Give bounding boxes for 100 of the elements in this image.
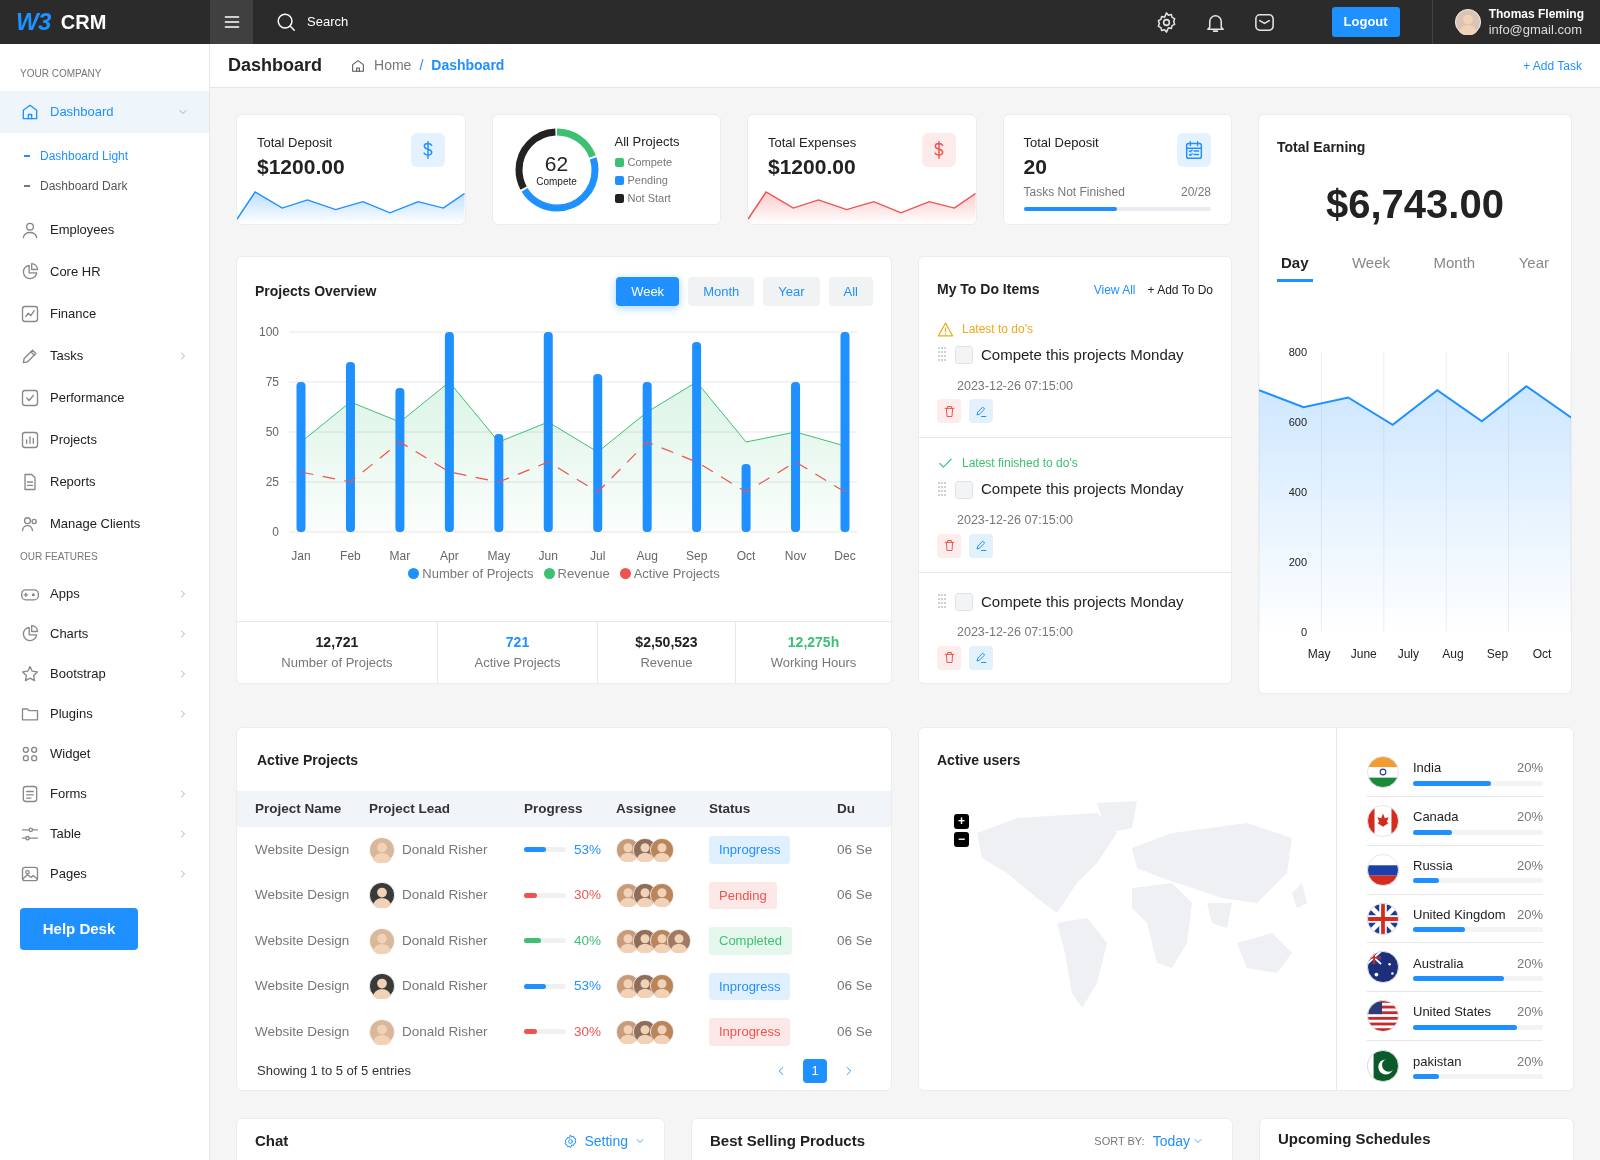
todo-date: 2023-12-26 07:15:00 bbox=[957, 377, 1074, 395]
sidebar-item[interactable]: Plugins bbox=[0, 694, 209, 734]
flag-icon bbox=[1367, 1049, 1399, 1082]
axis-label: 0 bbox=[1300, 625, 1307, 638]
due-date: 06 Se bbox=[837, 932, 873, 948]
card-title: Best Selling Products bbox=[710, 1131, 866, 1151]
axis-label: Nov bbox=[784, 549, 807, 563]
sidebar-item[interactable]: Pages bbox=[0, 854, 209, 894]
home-icon[interactable] bbox=[350, 57, 367, 74]
lead-name: Donald Risher bbox=[402, 1022, 488, 1041]
delete-button[interactable] bbox=[937, 645, 961, 670]
project-name: Website Design bbox=[255, 932, 350, 948]
tab[interactable]: Day bbox=[1277, 252, 1313, 282]
country-name: Australia bbox=[1413, 954, 1464, 973]
sidebar-item[interactable]: Finance bbox=[0, 293, 209, 335]
tab[interactable]: Week bbox=[1348, 252, 1395, 282]
stat-value: 12,721 bbox=[315, 633, 359, 653]
drag-handle-icon[interactable] bbox=[937, 480, 947, 499]
status-badge: Inprogress bbox=[709, 836, 791, 864]
zoom-out-button[interactable]: − bbox=[954, 832, 969, 847]
checkbox[interactable] bbox=[955, 346, 973, 365]
card-value: $1200.00 bbox=[257, 153, 345, 180]
card-title: Projects Overview bbox=[255, 282, 377, 301]
card-title: Upcoming Schedules bbox=[1278, 1129, 1432, 1149]
sidebar-item[interactable]: Widget bbox=[0, 734, 209, 774]
todo-text: Compete this projects Monday bbox=[981, 479, 1184, 500]
axis-label: 100 bbox=[258, 325, 279, 339]
flag-icon bbox=[1367, 902, 1399, 935]
sidebar-item[interactable]: Apps bbox=[0, 574, 209, 614]
axis-label: Jan bbox=[291, 549, 311, 563]
sidebar-item[interactable]: Projects bbox=[0, 419, 209, 461]
tab[interactable]: Month bbox=[1429, 252, 1480, 282]
progress-text: 30% bbox=[574, 1022, 602, 1041]
image-icon bbox=[20, 864, 40, 884]
list-icon bbox=[20, 784, 40, 804]
edit-button[interactable] bbox=[969, 533, 993, 558]
search-icon[interactable] bbox=[275, 11, 297, 33]
submenu-item[interactable]: Dashboard Dark bbox=[0, 171, 209, 201]
bar-chart-icon bbox=[20, 430, 40, 450]
assignee-avatar bbox=[650, 883, 674, 908]
sidebar-item[interactable]: Charts bbox=[0, 614, 209, 654]
sidebar-item[interactable]: Reports bbox=[0, 461, 209, 503]
card-title: Total Expenses bbox=[768, 134, 857, 152]
sidebar-item[interactable]: Forms bbox=[0, 774, 209, 814]
checkbox[interactable] bbox=[955, 592, 973, 611]
axis-label: Aug bbox=[1442, 646, 1464, 661]
add-todo-link[interactable]: + Add To Do bbox=[1147, 280, 1213, 299]
edit-button[interactable] bbox=[969, 645, 993, 670]
axis-label: 400 bbox=[1288, 485, 1307, 498]
bar bbox=[741, 464, 751, 532]
flag-icon bbox=[1367, 755, 1399, 788]
sidebar-item[interactable]: Employees bbox=[0, 209, 209, 251]
menu-button[interactable] bbox=[210, 0, 253, 44]
sidebar-item[interactable]: Core HR bbox=[0, 251, 209, 293]
card-title: Total Deposit bbox=[257, 134, 334, 152]
pencil-icon bbox=[973, 650, 989, 666]
sidebar-item[interactable]: Tasks bbox=[0, 335, 209, 377]
card-title: My To Do Items bbox=[937, 280, 1041, 299]
sidebar-item[interactable]: Table bbox=[0, 814, 209, 854]
user-avatar bbox=[1454, 9, 1481, 35]
lead-avatar bbox=[369, 836, 395, 863]
breadcrumb-separator: / bbox=[419, 56, 424, 75]
checkbox[interactable] bbox=[955, 480, 973, 499]
country-percent: 20% bbox=[1516, 856, 1543, 875]
tab[interactable]: Year bbox=[1514, 252, 1553, 282]
card-value: $1200.00 bbox=[768, 153, 857, 180]
axis-label: Mar bbox=[389, 549, 411, 563]
sidebar-item[interactable]: Bootstrap bbox=[0, 654, 209, 694]
zoom-in-button[interactable]: + bbox=[954, 814, 969, 829]
sidebar-item[interactable]: Performance bbox=[0, 377, 209, 419]
axis-label: 200 bbox=[1288, 555, 1307, 568]
lead-name: Donald Risher bbox=[402, 931, 488, 950]
user-email: info@gmail.com bbox=[1488, 22, 1584, 38]
project-name: Website Design bbox=[255, 978, 350, 994]
axis-label: 800 bbox=[1288, 345, 1307, 358]
pencil-icon bbox=[973, 538, 989, 553]
assignee-avatar bbox=[667, 928, 691, 953]
sidebar-item[interactable]: Manage Clients bbox=[0, 503, 209, 545]
axis-label: 75 bbox=[265, 375, 279, 389]
page-title: Dashboard bbox=[228, 54, 323, 77]
legend-label: Compete bbox=[627, 155, 673, 171]
app-name: CRM bbox=[60, 10, 107, 35]
breadcrumb-link[interactable]: Home bbox=[374, 55, 412, 76]
axis-label: Dec bbox=[834, 549, 856, 563]
delete-button[interactable] bbox=[937, 533, 961, 558]
todo-text: Compete this projects Monday bbox=[981, 591, 1184, 612]
drag-handle-icon[interactable] bbox=[937, 592, 947, 611]
stat-label: Number of Projects bbox=[281, 654, 393, 673]
entries-info: Showing 1 to 5 of 5 entries bbox=[257, 1061, 412, 1080]
line-chart-icon bbox=[20, 304, 40, 324]
edit-button[interactable] bbox=[969, 399, 993, 424]
todo-heading: Latest to do's bbox=[962, 321, 1033, 338]
axis-label: Oct bbox=[1532, 646, 1552, 661]
todo-date: 2023-12-26 07:15:00 bbox=[957, 511, 1074, 529]
todo-text: Compete this projects Monday bbox=[981, 345, 1184, 365]
lead-avatar bbox=[369, 1018, 395, 1045]
axis-label: Sep bbox=[1486, 646, 1509, 661]
search-field[interactable]: Search bbox=[307, 12, 507, 32]
flag-icon bbox=[1367, 1000, 1399, 1033]
delete-button[interactable] bbox=[937, 399, 961, 424]
